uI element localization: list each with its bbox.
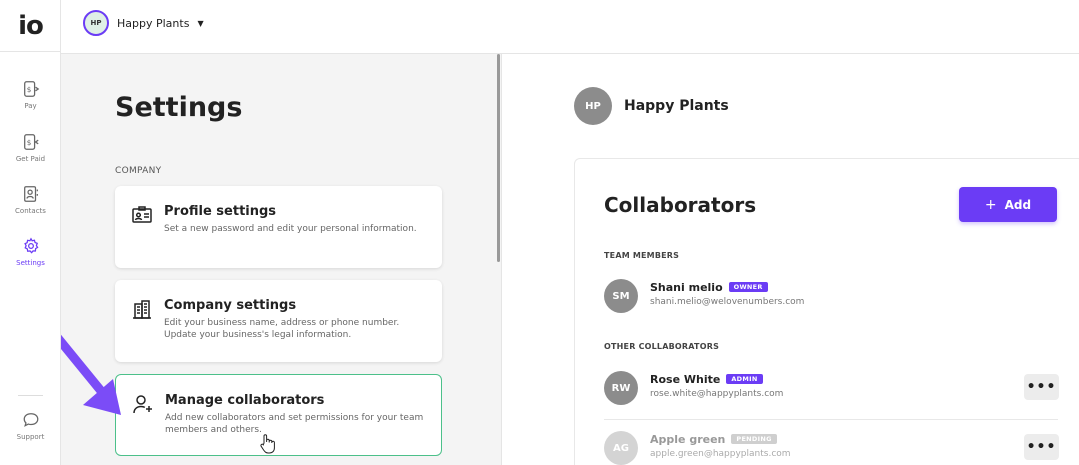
manage-collaborators-card[interactable]: Manage collaborators Add new collaborato… [115, 374, 442, 456]
gear-icon [23, 237, 38, 254]
member-email: apple.green@happyplants.com [650, 449, 791, 459]
chat-bubble-icon [23, 413, 38, 427]
nav-label-contacts: Contacts [15, 207, 46, 215]
org-name: Happy Plants [117, 16, 190, 30]
card-description: Edit your business name, address or phon… [164, 318, 400, 340]
team-members-label: TEAM MEMBERS [604, 251, 680, 260]
card-description: Set a new password and edit your persona… [164, 224, 417, 234]
svg-text:$: $ [26, 85, 31, 94]
collaborators-panel: HP Happy Plants Collaborators + Add TEAM… [501, 54, 1079, 465]
member-name-text: Apple green [650, 433, 726, 446]
id-card-icon [132, 206, 152, 223]
collaborator-row: AG Apple green PENDING apple.green@happyp… [604, 431, 1059, 465]
collaborators-title: Collaborators [604, 193, 757, 217]
row-divider [604, 419, 1058, 420]
nav-label-get-paid: Get Paid [15, 155, 46, 163]
nav-item-pay[interactable]: $ Pay [0, 80, 61, 128]
add-button-label: Add [1004, 197, 1032, 212]
nav-item-get-paid[interactable]: $ Get Paid [0, 133, 61, 181]
building-icon [133, 300, 151, 319]
member-email: rose.white@happyplants.com [650, 389, 784, 399]
avatar: SM [604, 279, 638, 313]
member-name: Shani melio OWNER [650, 281, 768, 294]
sidebar-divider [18, 395, 43, 396]
profile-settings-card[interactable]: Profile settings Set a new password and … [115, 186, 442, 268]
page-title: Settings [115, 92, 243, 123]
avatar: RW [604, 371, 638, 405]
settings-panel: Settings COMPANY Profile settings Set a … [61, 54, 501, 465]
app-logo[interactable]: io [0, 0, 61, 52]
avatar: AG [604, 431, 638, 465]
other-collaborators-label: OTHER COLLABORATORS [604, 342, 720, 351]
role-badge: ADMIN [726, 374, 763, 384]
role-badge: OWNER [728, 282, 768, 292]
card-description: Add new collaborators and set permission… [165, 413, 424, 435]
nav-label-pay: Pay [24, 102, 37, 110]
collaborators-card: Collaborators + Add TEAM MEMBERS SM Shan… [574, 158, 1079, 465]
plus-icon: + [984, 196, 997, 213]
org-avatar-large: HP [574, 87, 612, 125]
add-collaborator-button[interactable]: + Add [959, 187, 1057, 222]
pay-icon: $ [23, 81, 39, 97]
card-title: Company settings [164, 298, 297, 313]
team-member-row: SM Shani melio OWNER shani.melio@welovenu… [604, 279, 1059, 323]
card-title: Profile settings [164, 204, 277, 219]
org-avatar: HP [83, 10, 109, 36]
org-header-name: Happy Plants [624, 98, 729, 114]
more-options-button[interactable]: ••• [1024, 374, 1059, 400]
company-settings-card[interactable]: Company settings Edit your business name… [115, 280, 442, 362]
sidebar: io $ Pay $ Get Paid Contacts Settings Su… [0, 0, 61, 465]
status-badge: PENDING [731, 434, 777, 444]
top-bar: HP Happy Plants ▼ [61, 0, 1079, 54]
nav-item-support[interactable]: Support [0, 411, 61, 459]
member-name-text: Shani melio [650, 281, 723, 294]
org-switcher[interactable]: HP Happy Plants ▼ [83, 10, 204, 36]
get-paid-icon: $ [23, 134, 39, 150]
scrollbar-thumb[interactable] [497, 54, 500, 262]
member-email: shani.melio@welovenumbers.com [650, 297, 805, 307]
member-name: Apple green PENDING [650, 433, 777, 446]
hand-cursor-icon [260, 434, 275, 454]
pointer-arrow-icon [61, 334, 121, 415]
svg-text:$: $ [26, 138, 31, 147]
more-options-button[interactable]: ••• [1024, 434, 1059, 460]
org-header: HP Happy Plants [574, 87, 729, 125]
caret-down-icon: ▼ [197, 18, 204, 28]
collaborator-row: RW Rose White ADMIN rose.white@happyplant… [604, 371, 1059, 415]
nav-label-support: Support [16, 433, 45, 441]
nav-label-settings: Settings [16, 259, 45, 267]
nav-item-contacts[interactable]: Contacts [0, 185, 61, 233]
member-name: Rose White ADMIN [650, 373, 763, 386]
card-title: Manage collaborators [165, 393, 325, 408]
section-label-company: COMPANY [115, 166, 162, 176]
nav-item-settings[interactable]: Settings [0, 237, 61, 285]
member-name-text: Rose White [650, 373, 721, 386]
contacts-icon [23, 186, 38, 202]
